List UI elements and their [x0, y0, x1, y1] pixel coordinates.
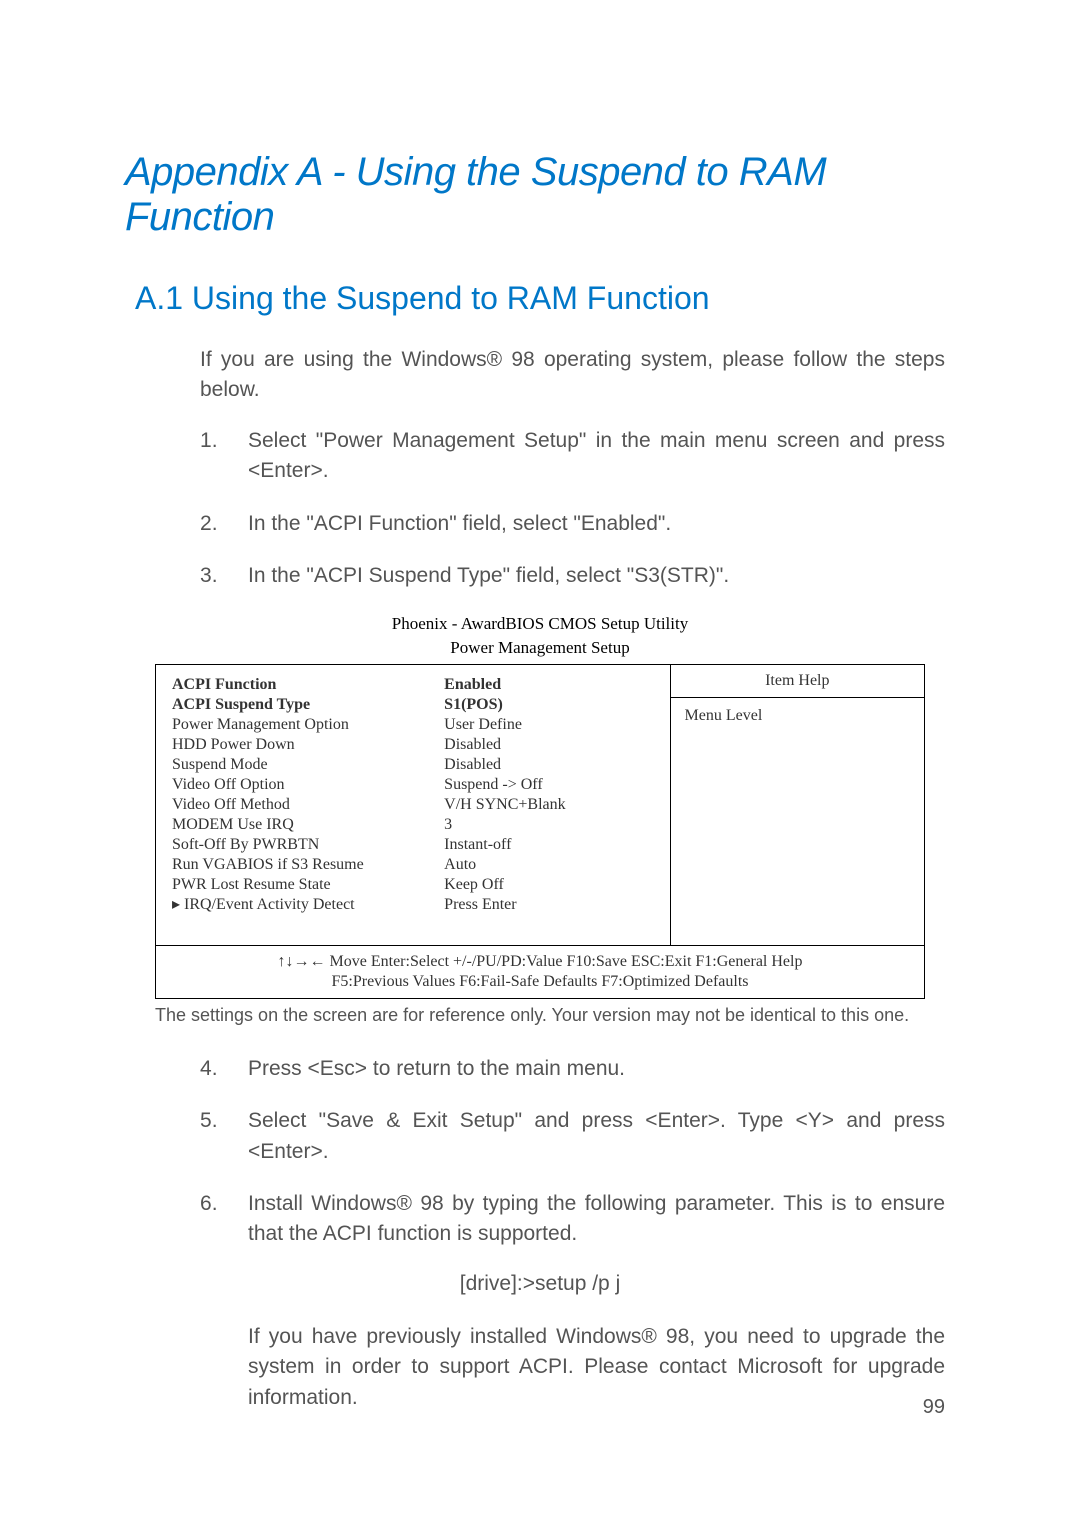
bios-label-submenu: IRQ/Event Activity Detect — [172, 895, 444, 915]
bios-value: S1(POS) — [444, 695, 653, 715]
section-heading: A.1 Using the Suspend to RAM Function — [135, 280, 945, 317]
bios-label: Run VGABIOS if S3 Resume — [172, 855, 444, 875]
step-3: In the "ACPI Suspend Type" field, select… — [200, 561, 945, 591]
bios-value: User Define — [444, 715, 653, 735]
bios-value: Enabled — [444, 675, 653, 695]
command-line: [drive]:>setup /p j — [135, 1272, 945, 1296]
bios-value: V/H SYNC+Blank — [444, 795, 653, 815]
appendix-title: Appendix A - Using the Suspend to RAM Fu… — [125, 150, 945, 240]
bios-footer-line-1: ↑↓→← Move Enter:Select +/-/PU/PD:Value F… — [168, 952, 912, 972]
tail-paragraph: If you have previously installed Windows… — [135, 1322, 945, 1413]
bios-label: Soft-Off By PWRBTN — [172, 835, 444, 855]
bios-settings-panel: ACPI Function ACPI Suspend Type Power Ma… — [156, 665, 670, 945]
bios-label: ACPI Suspend Type — [172, 695, 444, 715]
bios-help-panel: Item Help Menu Level — [670, 665, 924, 945]
bios-value: Keep Off — [444, 875, 653, 895]
bios-value: Disabled — [444, 755, 653, 775]
step-1: Select "Power Management Setup" in the m… — [200, 426, 945, 487]
bios-label: Suspend Mode — [172, 755, 444, 775]
steps-list-2: Press <Esc> to return to the main menu. … — [135, 1054, 945, 1250]
step-4: Press <Esc> to return to the main menu. — [200, 1054, 945, 1084]
bios-window: ACPI Function ACPI Suspend Type Power Ma… — [155, 664, 925, 999]
bios-label: Video Off Method — [172, 795, 444, 815]
document-page: Appendix A - Using the Suspend to RAM Fu… — [0, 0, 1080, 1529]
step-5: Select "Save & Exit Setup" and press <En… — [200, 1106, 945, 1167]
bios-value: Instant-off — [444, 835, 653, 855]
bios-caption-2: Power Management Setup — [135, 638, 945, 658]
bios-value: Auto — [444, 855, 653, 875]
bios-caption-1: Phoenix - AwardBIOS CMOS Setup Utility — [135, 614, 945, 634]
bios-value: 3 — [444, 815, 653, 835]
step-6: Install Windows® 98 by typing the follow… — [200, 1189, 945, 1250]
page-number: 99 — [923, 1396, 945, 1419]
bios-value: Disabled — [444, 735, 653, 755]
bios-label: Video Off Option — [172, 775, 444, 795]
bios-label: Power Management Option — [172, 715, 444, 735]
step-2: In the "ACPI Function" field, select "En… — [200, 509, 945, 539]
bios-footer: ↑↓→← Move Enter:Select +/-/PU/PD:Value F… — [156, 946, 924, 998]
figure-footnote: The settings on the screen are for refer… — [155, 1005, 925, 1026]
bios-label: ACPI Function — [172, 675, 444, 695]
bios-label: PWR Lost Resume State — [172, 875, 444, 895]
bios-label: HDD Power Down — [172, 735, 444, 755]
bios-help-body: Menu Level — [671, 698, 924, 734]
bios-figure: Phoenix - AwardBIOS CMOS Setup Utility P… — [135, 614, 945, 1026]
bios-label: MODEM Use IRQ — [172, 815, 444, 835]
bios-value: Suspend -> Off — [444, 775, 653, 795]
bios-help-heading: Item Help — [671, 665, 924, 698]
steps-list-1: Select "Power Management Setup" in the m… — [135, 426, 945, 592]
bios-value: Press Enter — [444, 895, 653, 915]
bios-footer-line-2: F5:Previous Values F6:Fail-Safe Defaults… — [168, 972, 912, 992]
intro-paragraph: If you are using the Windows® 98 operati… — [135, 345, 945, 406]
